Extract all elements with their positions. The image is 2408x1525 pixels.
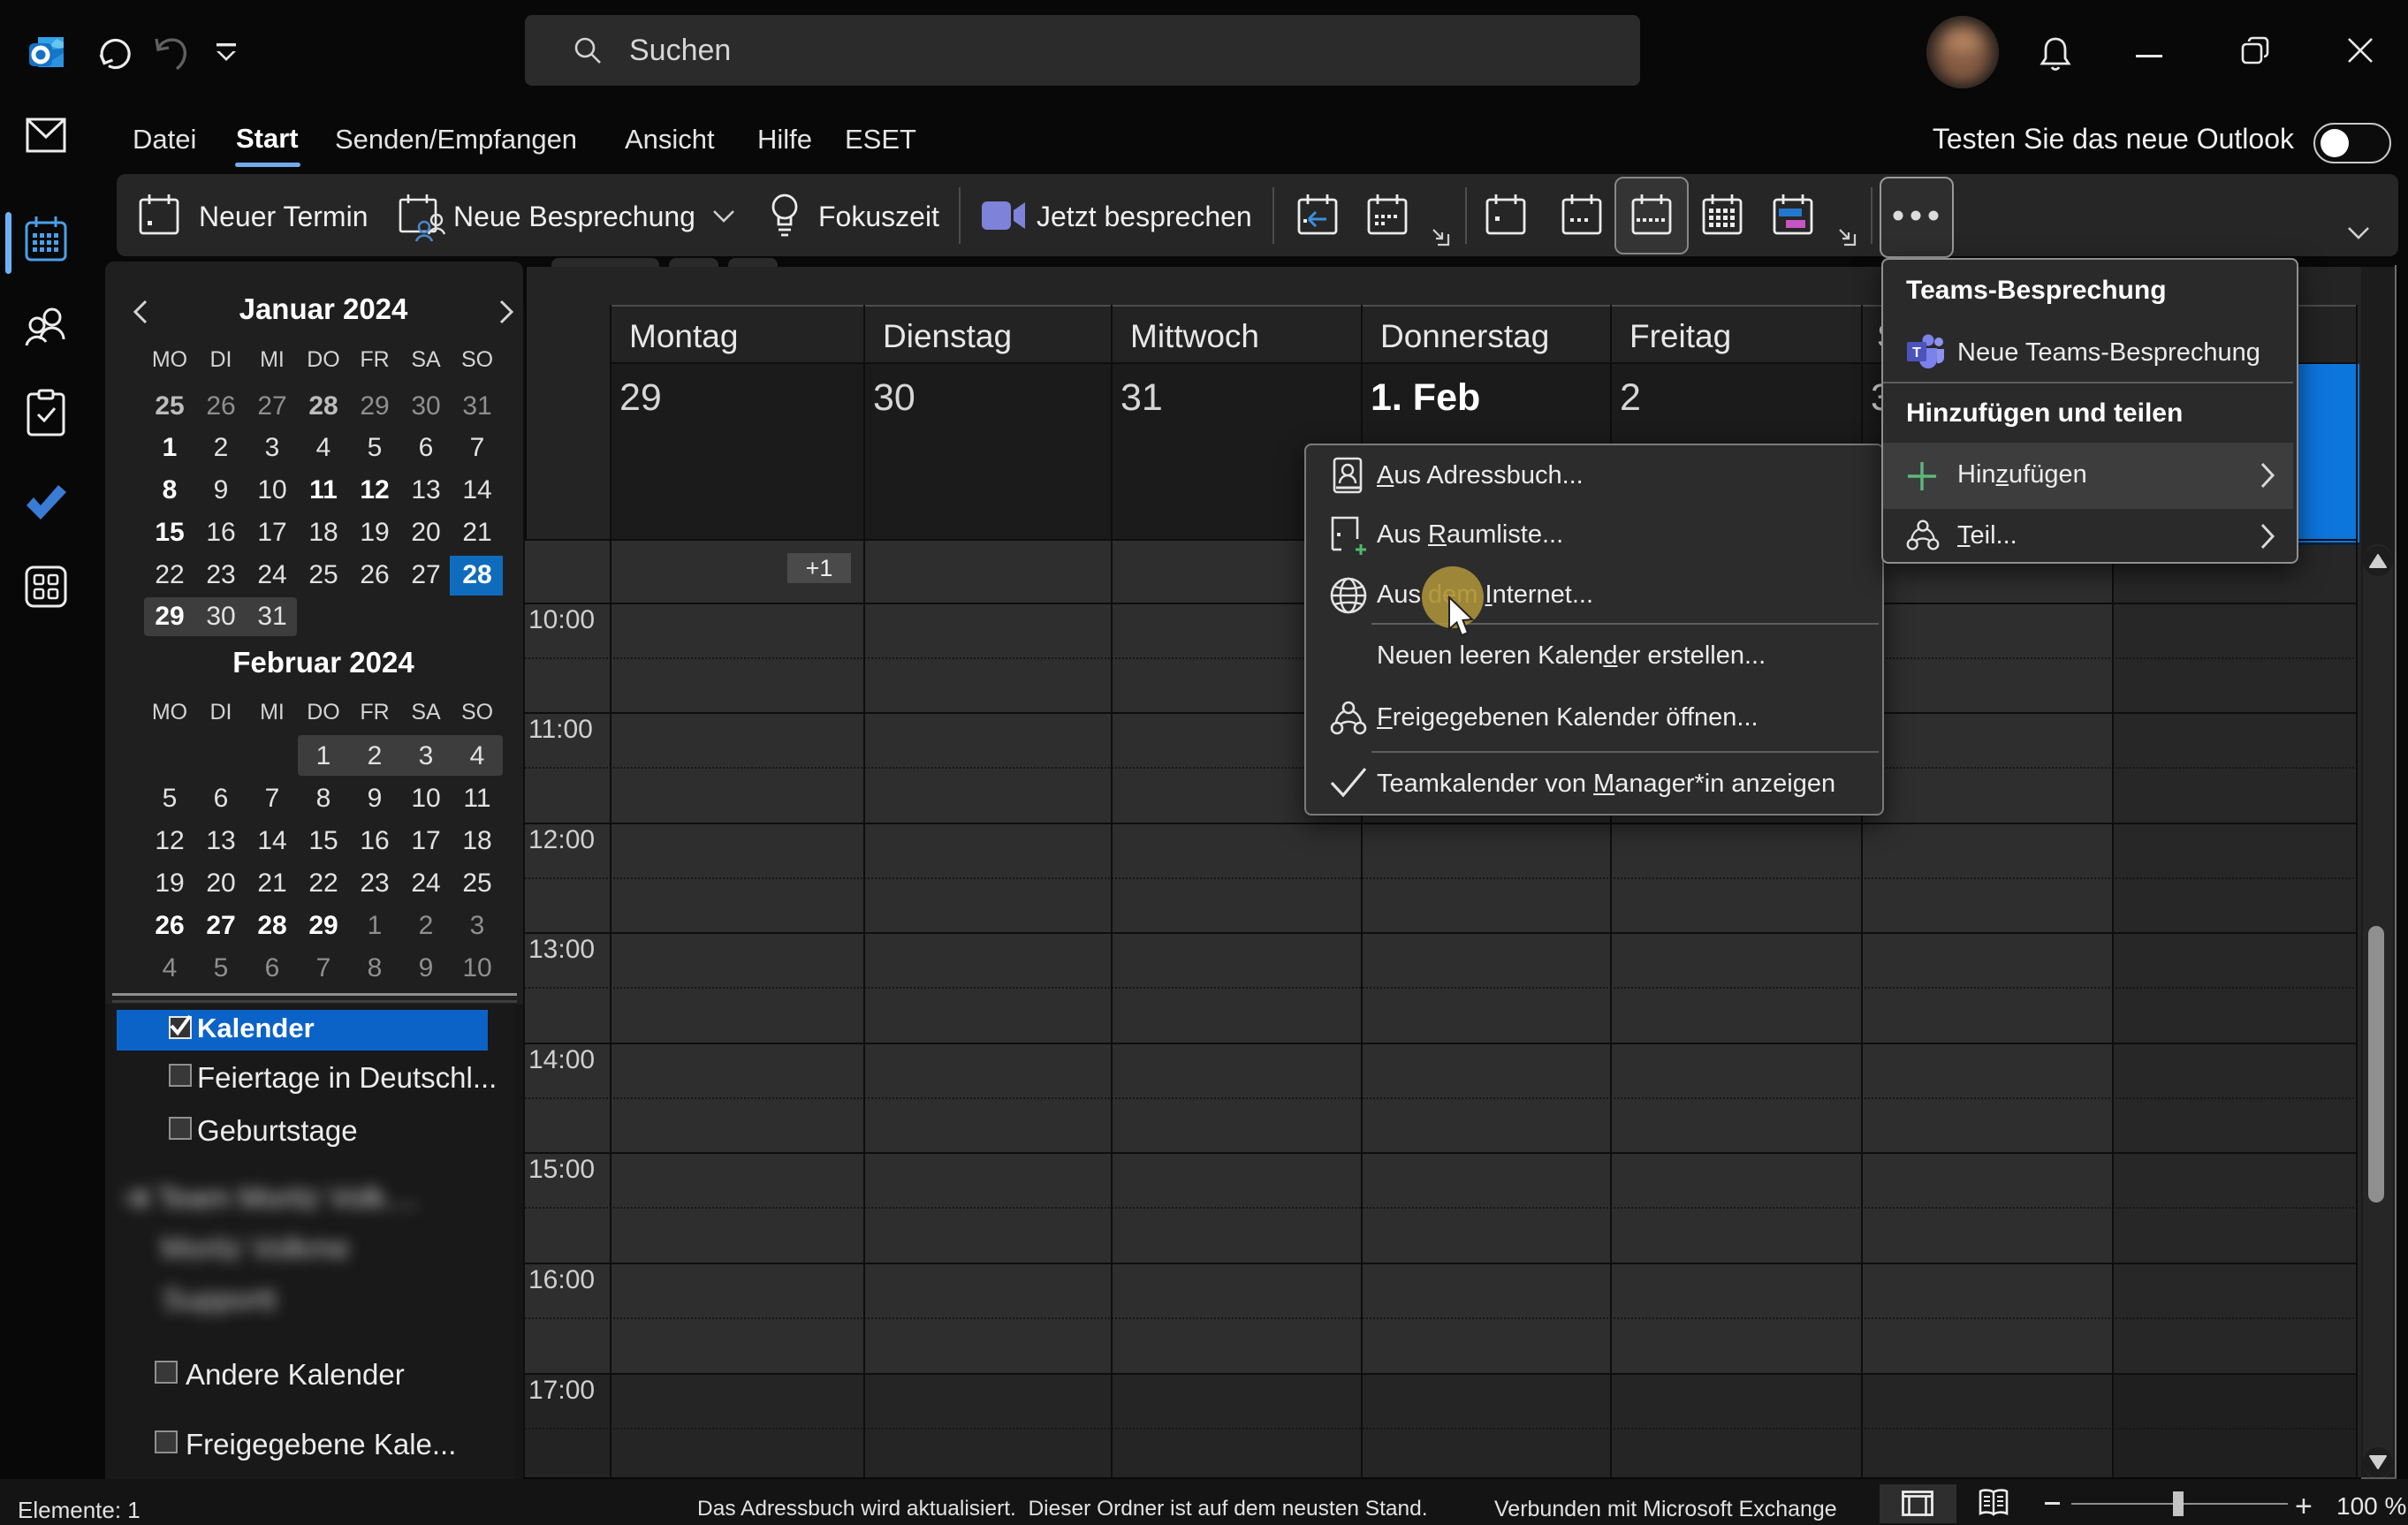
svg-text:T: T — [1912, 345, 1921, 360]
